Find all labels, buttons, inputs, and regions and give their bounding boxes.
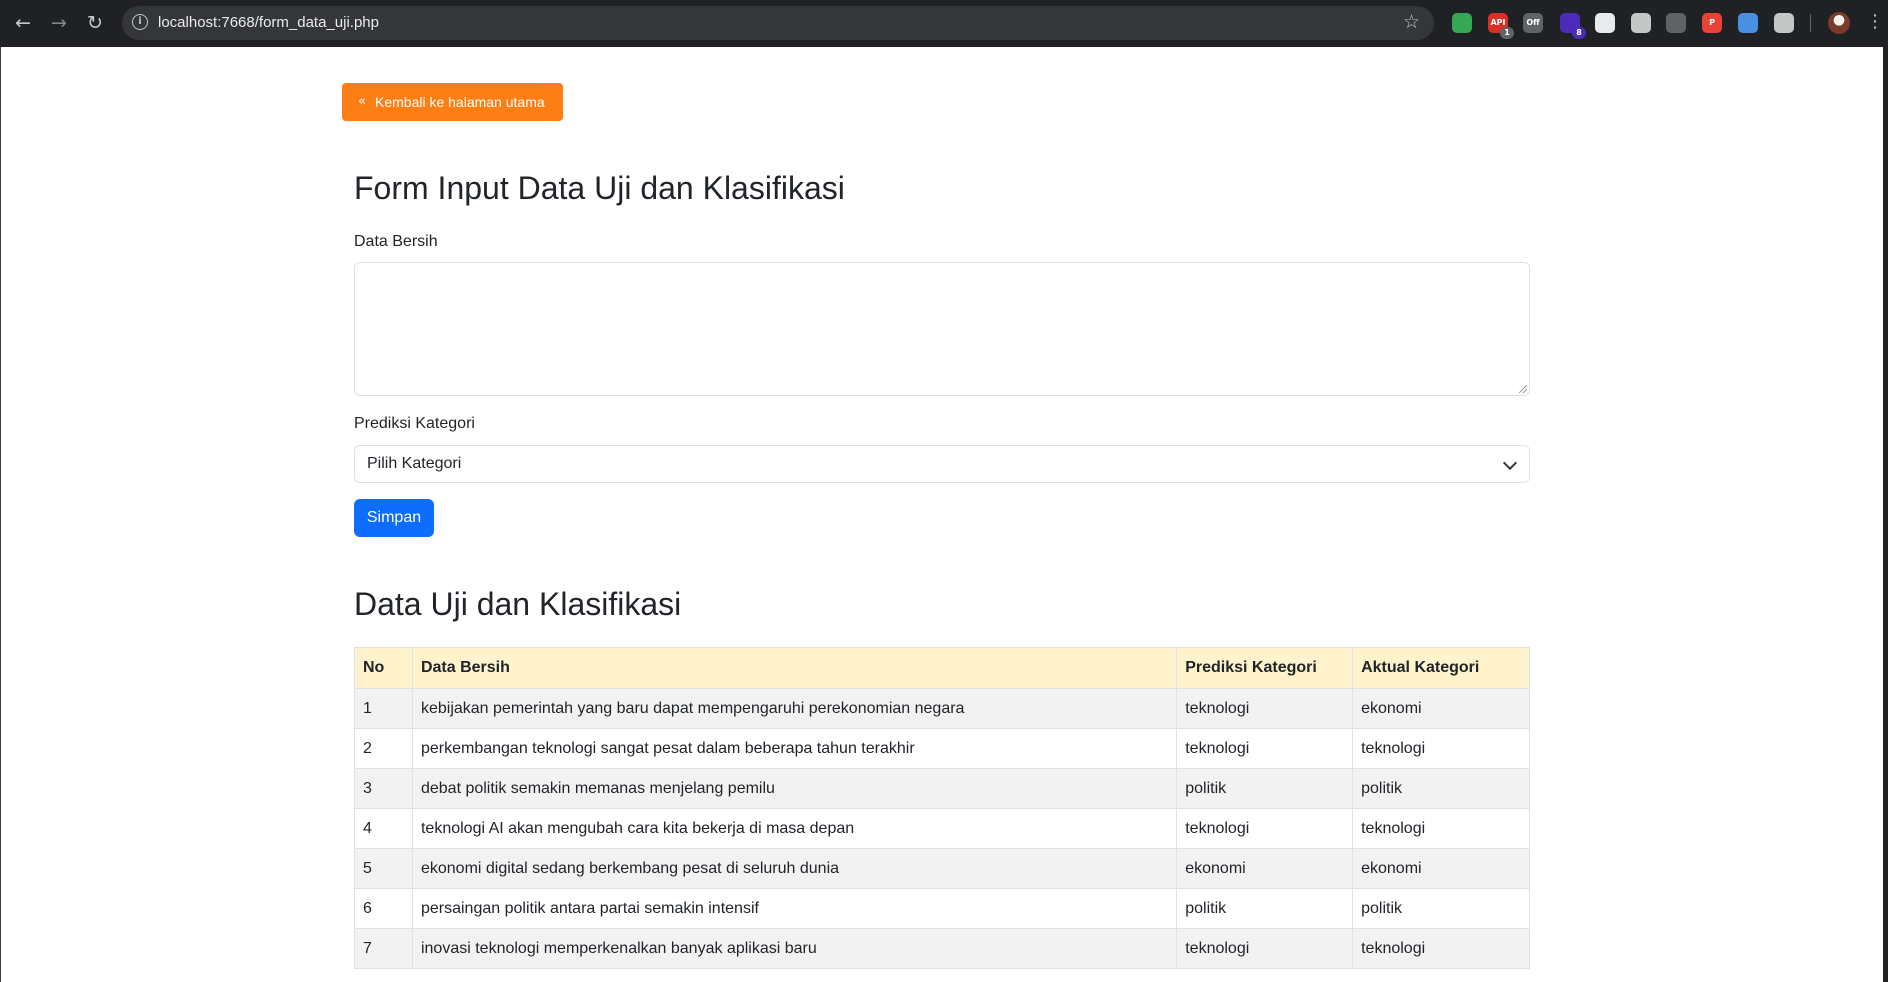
table-header-row: No Data Bersih Prediksi Kategori Aktual … <box>354 647 1530 689</box>
form-title: Form Input Data Uji dan Klasifikasi <box>354 170 845 206</box>
data-bersih-textarea[interactable] <box>354 262 1530 396</box>
purple-extension-icon[interactable]: 8 <box>1560 13 1586 39</box>
address-bar[interactable]: i localhost:7668/form_data_uji.php ☆ <box>122 6 1434 40</box>
cell-data-bersih: persaingan politik antara partai semakin… <box>411 888 1178 929</box>
extension-label: API <box>1490 18 1506 27</box>
save-button[interactable]: Simpan <box>354 499 434 537</box>
puzzle-extension-icon[interactable] <box>1774 13 1794 33</box>
cell-prediksi-kategori: teknologi <box>1176 808 1354 849</box>
back-arrow-icon[interactable]: ← <box>10 10 36 36</box>
cell-no: 7 <box>354 928 413 969</box>
cell-prediksi-kategori: teknologi <box>1176 688 1354 729</box>
cell-no: 1 <box>354 688 413 729</box>
cell-no: 3 <box>354 768 413 809</box>
green-extension-icon[interactable] <box>1452 13 1472 33</box>
cell-data-bersih: inovasi teknologi memperkenalkan banyak … <box>411 928 1178 969</box>
cell-aktual-kategori: ekonomi <box>1352 688 1530 729</box>
table-row: 5 ekonomi digital sedang berkembang pesat… <box>354 848 1530 889</box>
table-row: 1 kebijakan pemerintah yang baru dapat me… <box>354 688 1530 729</box>
extension-label: Off <box>1526 18 1540 27</box>
column-header-prediksi-kategori: Prediksi Kategori <box>1176 647 1354 689</box>
back-to-home-button[interactable]: « Kembali ke halaman utama <box>342 83 563 121</box>
prediksi-kategori-label: Prediksi Kategori <box>354 415 475 432</box>
terminal-extension-icon[interactable] <box>1595 13 1615 33</box>
table-body: 1 kebijakan pemerintah yang baru dapat me… <box>354 688 1530 969</box>
table-row: 6 persaingan politik antara partai semaki… <box>354 888 1530 929</box>
select-value: Pilih Kategori <box>367 455 462 472</box>
cell-aktual-kategori: politik <box>1352 888 1530 929</box>
cell-data-bersih: debat politik semakin memanas menjelang … <box>411 768 1178 809</box>
resize-grip-icon[interactable] <box>1519 385 1527 393</box>
cell-no: 5 <box>354 848 413 889</box>
cell-aktual-kategori: ekonomi <box>1352 848 1530 889</box>
cell-no: 6 <box>354 888 413 929</box>
cell-no: 2 <box>354 728 413 769</box>
double-chevron-left-icon: « <box>358 94 366 109</box>
cell-no: 4 <box>354 808 413 849</box>
window-border-left <box>0 47 1 982</box>
url-text[interactable]: localhost:7668/form_data_uji.php <box>158 14 379 31</box>
cell-aktual-kategori: politik <box>1352 768 1530 809</box>
chevron-down-icon <box>1502 455 1518 471</box>
cell-data-bersih: kebijakan pemerintah yang baru dapat mem… <box>411 688 1178 729</box>
cell-aktual-kategori: teknologi <box>1352 928 1530 969</box>
extension-badge: 1 <box>1500 27 1514 39</box>
cell-data-bersih: perkembangan teknologi sangat pesat dala… <box>411 728 1178 769</box>
p-extension-icon[interactable]: P <box>1702 13 1722 33</box>
table-row: 2 perkembangan teknologi sangat pesat dal… <box>354 728 1530 769</box>
site-info-icon[interactable]: i <box>132 14 148 30</box>
blue-extension-icon[interactable] <box>1738 13 1758 33</box>
extension-label: P <box>1709 18 1715 27</box>
column-header-aktual-kategori: Aktual Kategori <box>1352 647 1530 689</box>
prediksi-kategori-select[interactable]: Pilih Kategori <box>354 445 1530 483</box>
data-uji-table: No Data Bersih Prediksi Kategori Aktual … <box>354 647 1530 969</box>
extension-badge: 8 <box>1572 27 1586 39</box>
bookmark-star-icon[interactable]: ☆ <box>1403 11 1420 33</box>
table-row: 3 debat politik semakin memanas menjelang… <box>354 768 1530 809</box>
cell-prediksi-kategori: ekonomi <box>1176 848 1354 889</box>
cell-prediksi-kategori: politik <box>1176 888 1354 929</box>
robot-extension-icon[interactable] <box>1666 13 1686 33</box>
column-header-no: No <box>354 647 413 689</box>
data-bersih-label: Data Bersih <box>354 233 438 250</box>
browser-menu-icon[interactable]: ⋮ <box>1866 11 1884 33</box>
column-header-data-bersih: Data Bersih <box>411 647 1178 689</box>
table-row: 7 inovasi teknologi memperkenalkan banyak… <box>354 928 1530 969</box>
cell-data-bersih: teknologi AI akan mengubah cara kita bek… <box>411 808 1178 849</box>
toolbar-divider <box>1810 14 1811 32</box>
reload-icon[interactable]: ↻ <box>82 10 108 36</box>
cell-prediksi-kategori: teknologi <box>1176 928 1354 969</box>
browser-toolbar: ← → ↻ i localhost:7668/form_data_uji.php… <box>0 0 1888 47</box>
cell-aktual-kategori: teknologi <box>1352 728 1530 769</box>
off-extension-icon[interactable]: Off <box>1523 13 1543 33</box>
target-extension-icon[interactable] <box>1631 13 1651 33</box>
cell-prediksi-kategori: teknologi <box>1176 728 1354 769</box>
profile-avatar[interactable] <box>1828 12 1850 34</box>
forward-arrow-icon[interactable]: → <box>46 10 72 36</box>
api-extension-icon[interactable]: API 1 <box>1488 13 1514 39</box>
cell-prediksi-kategori: politik <box>1176 768 1354 809</box>
table-row: 4 teknologi AI akan mengubah cara kita be… <box>354 808 1530 849</box>
window-border-right <box>1883 47 1888 982</box>
cell-data-bersih: ekonomi digital sedang berkembang pesat … <box>411 848 1178 889</box>
back-to-home-label: Kembali ke halaman utama <box>375 94 545 110</box>
table-title: Data Uji dan Klasifikasi <box>354 586 682 622</box>
cell-aktual-kategori: teknologi <box>1352 808 1530 849</box>
